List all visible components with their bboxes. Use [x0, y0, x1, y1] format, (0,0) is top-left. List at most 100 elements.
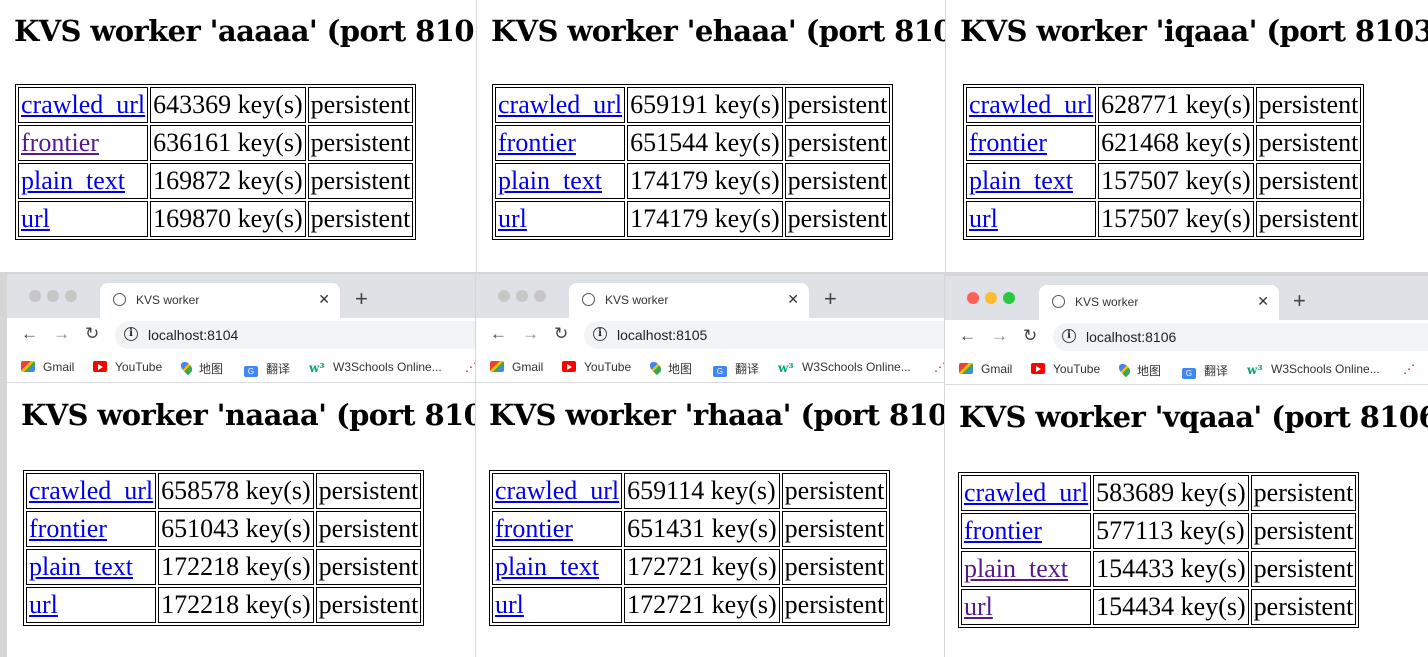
table-link[interactable]: frontier [964, 516, 1042, 545]
browser-chrome: KVS worker ✕ + ← → ↻ i localhost:8105 Gmail YouTu… [476, 274, 944, 392]
persistence-cell: persistent [1255, 201, 1362, 237]
table-link[interactable]: plain_text [21, 166, 125, 195]
close-window-button[interactable] [967, 292, 979, 304]
table-link[interactable]: crawled_url [498, 90, 622, 119]
new-tab-button[interactable]: + [824, 286, 837, 312]
table-link[interactable]: frontier [29, 514, 107, 543]
tab-title: KVS worker [136, 293, 200, 307]
table-link[interactable]: url [495, 590, 524, 619]
navigation-bar: ← → ↻ i localhost:8105 [476, 318, 944, 352]
close-tab-icon[interactable]: ✕ [787, 291, 799, 308]
table-link[interactable]: plain_text [495, 552, 599, 581]
persistence-cell: persistent [1250, 475, 1357, 511]
new-tab-button[interactable]: + [355, 286, 368, 312]
forward-arrow-icon[interactable]: → [53, 324, 70, 344]
minimize-window-button[interactable] [985, 292, 997, 304]
table-row: crawled_url 659114 key(s) persistent [492, 473, 888, 509]
table-row: url 169870 key(s) persistent [18, 201, 414, 237]
chrome-divider [7, 382, 475, 383]
table-row: crawled_url 659191 key(s) persistent [495, 87, 891, 123]
bookmark-item[interactable]: 地图 [647, 359, 692, 377]
key-count-cell: 154434 key(s) [1093, 589, 1249, 625]
bookmark-item[interactable]: 地图 [178, 359, 223, 377]
table-link[interactable]: plain_text [29, 552, 133, 581]
new-tab-button[interactable]: + [1293, 288, 1306, 314]
bookmark-item[interactable]: G 翻译 [713, 360, 759, 377]
key-count-cell: 651544 key(s) [627, 125, 783, 161]
key-count-cell: 659191 key(s) [627, 87, 783, 123]
minimize-window-button[interactable] [516, 290, 528, 302]
bookmark-item[interactable]: Gmail [21, 360, 74, 374]
bookmark-item[interactable]: w³ W3Schools Online... [1247, 362, 1380, 377]
zoom-window-button[interactable] [1003, 292, 1015, 304]
reload-icon[interactable]: ↻ [554, 324, 568, 344]
table-link[interactable]: plain_text [969, 166, 1073, 195]
key-count-cell: 621468 key(s) [1098, 125, 1254, 161]
table-link[interactable]: crawled_url [21, 90, 145, 119]
table-link[interactable]: frontier [495, 514, 573, 543]
tables-list: crawled_url 659114 key(s) persistent fronti… [489, 470, 891, 626]
w3schools-icon: w³ [309, 361, 325, 375]
bookmark-item[interactable]: YouTube [93, 360, 162, 374]
more-bookmarks-icon[interactable]: ⋰ [1403, 362, 1415, 376]
bookmark-item[interactable]: w³ W3Schools Online... [309, 360, 442, 375]
site-info-icon[interactable]: i [1062, 329, 1076, 343]
forward-arrow-icon[interactable]: → [991, 326, 1008, 346]
persistence-cell: persistent [1250, 551, 1357, 587]
reload-icon[interactable]: ↻ [1023, 326, 1037, 346]
bookmark-item[interactable]: YouTube [562, 360, 631, 374]
minimize-window-button[interactable] [47, 290, 59, 302]
table-link[interactable]: frontier [498, 128, 576, 157]
youtube-icon [1031, 363, 1045, 374]
table-link[interactable]: frontier [969, 128, 1047, 157]
address-bar[interactable]: i localhost:8105 [584, 321, 944, 349]
bookmark-item[interactable]: Gmail [959, 362, 1012, 376]
globe-icon [582, 293, 595, 306]
bookmark-item[interactable]: w³ W3Schools Online... [778, 360, 911, 375]
reload-icon[interactable]: ↻ [85, 324, 99, 344]
zoom-window-button[interactable] [65, 290, 77, 302]
table-link[interactable]: plain_text [964, 554, 1068, 583]
worker-page-5: KVS worker ✕ + ← → ↻ i localhost:8105 Gmail YouTu… [476, 274, 944, 657]
table-link[interactable]: plain_text [498, 166, 602, 195]
table-link[interactable]: url [964, 592, 993, 621]
table-link[interactable]: url [29, 590, 58, 619]
bookmark-item[interactable]: G 翻译 [1182, 362, 1228, 379]
browser-tab[interactable]: KVS worker ✕ [569, 283, 809, 318]
close-tab-icon[interactable]: ✕ [318, 291, 330, 308]
key-count-cell: 659114 key(s) [624, 473, 780, 509]
maps-icon [178, 359, 195, 376]
close-window-button[interactable] [498, 290, 510, 302]
address-bar[interactable]: i localhost:8106 [1053, 323, 1428, 351]
table-link[interactable]: url [969, 204, 998, 233]
site-info-icon[interactable]: i [593, 327, 607, 341]
browser-tab[interactable]: KVS worker ✕ [100, 283, 340, 318]
table-link[interactable]: crawled_url [964, 478, 1088, 507]
table-link[interactable]: url [498, 204, 527, 233]
zoom-window-button[interactable] [534, 290, 546, 302]
address-bar[interactable]: i localhost:8104 [115, 321, 475, 349]
table-link[interactable]: crawled_url [29, 476, 153, 505]
table-link[interactable]: url [21, 204, 50, 233]
bookmark-item[interactable]: Gmail [490, 360, 543, 374]
close-window-button[interactable] [29, 290, 41, 302]
site-info-icon[interactable]: i [124, 327, 138, 341]
worker-page-1: KVS worker 'aaaaa' (port 8101) crawled_ur… [0, 0, 476, 272]
table-link[interactable]: crawled_url [969, 90, 1093, 119]
bookmark-label: W3Schools Online... [1271, 362, 1380, 376]
bookmark-item[interactable]: YouTube [1031, 362, 1100, 376]
close-tab-icon[interactable]: ✕ [1257, 293, 1269, 310]
table-link[interactable]: crawled_url [495, 476, 619, 505]
back-arrow-icon[interactable]: ← [21, 324, 38, 344]
table-link[interactable]: frontier [21, 128, 99, 157]
back-arrow-icon[interactable]: ← [959, 326, 976, 346]
browser-tab[interactable]: KVS worker ✕ [1039, 285, 1279, 320]
bookmark-item[interactable]: G 翻译 [244, 360, 290, 377]
more-bookmarks-icon[interactable]: ⋰ [465, 360, 475, 374]
persistence-cell: persistent [784, 125, 891, 161]
translate-icon: G [1182, 368, 1196, 379]
back-arrow-icon[interactable]: ← [490, 324, 507, 344]
bookmark-item[interactable]: 地图 [1116, 361, 1161, 379]
more-bookmarks-icon[interactable]: ⋰ [934, 360, 944, 374]
forward-arrow-icon[interactable]: → [522, 324, 539, 344]
